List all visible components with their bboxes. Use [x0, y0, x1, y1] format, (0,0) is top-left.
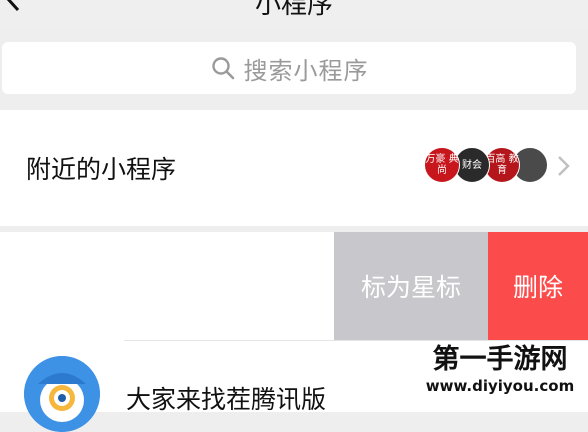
mark-star-button[interactable]: 标为星标	[334, 232, 488, 340]
chevron-right-icon	[558, 156, 570, 176]
watermark: 第一手游网 www.diyiyou.com	[425, 342, 575, 397]
header: 小程序	[0, 0, 588, 28]
svg-text:第一手游网: 第一手游网	[433, 343, 568, 375]
list-item-title: 大家来找茬腾讯版	[126, 385, 327, 414]
nearby-label: 附近的小程序	[26, 155, 177, 184]
search-placeholder: 搜索小程序	[243, 56, 369, 85]
app-icon	[24, 356, 100, 432]
search-icon	[211, 57, 234, 80]
page-title: 小程序	[254, 0, 333, 20]
delete-button[interactable]: 删除	[488, 232, 588, 340]
svg-text:www.diyiyou.com: www.diyiyou.com	[426, 377, 574, 395]
nearby-thumb-1: 万豪 典尚	[424, 147, 460, 183]
search-input[interactable]: 搜索小程序	[2, 42, 576, 94]
